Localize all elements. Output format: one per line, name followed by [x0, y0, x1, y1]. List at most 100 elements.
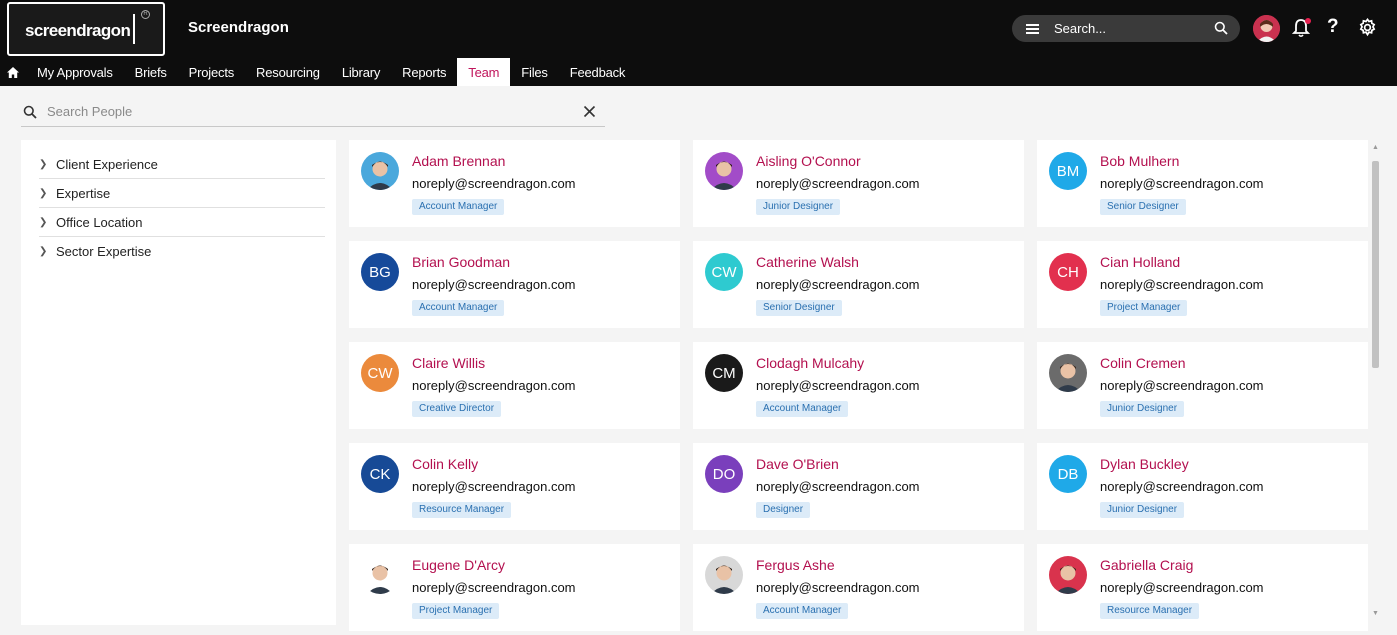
person-email: noreply@screendragon.com [1100, 277, 1264, 292]
person-name[interactable]: Adam Brennan [412, 153, 505, 169]
person-card[interactable]: CW Catherine Walsh noreply@screendragon.co… [693, 241, 1024, 328]
person-name[interactable]: Brian Goodman [412, 254, 510, 270]
avatar[interactable] [361, 152, 399, 190]
global-search[interactable]: Search... [1012, 15, 1240, 42]
person-email: noreply@screendragon.com [1100, 479, 1264, 494]
home-icon[interactable] [0, 58, 26, 86]
scroll-thumb[interactable] [1372, 161, 1379, 368]
tab-files[interactable]: Files [510, 58, 558, 86]
tab-my-approvals[interactable]: My Approvals [26, 58, 124, 86]
avatar[interactable] [705, 556, 743, 594]
avatar[interactable]: DO [705, 455, 743, 493]
menu-icon[interactable] [1026, 24, 1039, 34]
person-name[interactable]: Gabriella Craig [1100, 557, 1193, 573]
person-card[interactable]: DO Dave O'Brien noreply@screendragon.com De… [693, 443, 1024, 530]
avatar[interactable]: CH [1049, 253, 1087, 291]
person-name[interactable]: Aisling O'Connor [756, 153, 861, 169]
filter-client-experience[interactable]: ❯ Client Experience [39, 151, 325, 179]
logo[interactable]: screendragon R [7, 2, 165, 56]
avatar[interactable]: BG [361, 253, 399, 291]
tab-projects[interactable]: Projects [178, 58, 245, 86]
user-avatar[interactable] [1253, 15, 1280, 42]
person-name[interactable]: Colin Cremen [1100, 355, 1186, 371]
person-card[interactable]: BG Brian Goodman noreply@screendragon.com A… [349, 241, 680, 328]
person-name[interactable]: Fergus Ashe [756, 557, 835, 573]
person-name[interactable]: Eugene D'Arcy [412, 557, 505, 573]
chevron-right-icon: ❯ [39, 188, 48, 199]
person-email: noreply@screendragon.com [412, 580, 576, 595]
person-name[interactable]: Bob Mulhern [1100, 153, 1179, 169]
person-email: noreply@screendragon.com [412, 277, 576, 292]
scroll-up-arrow-icon[interactable]: ▲ [1372, 144, 1379, 151]
filter-label: Sector Expertise [56, 243, 152, 259]
person-card[interactable]: CK Colin Kelly noreply@screendragon.com Res… [349, 443, 680, 530]
role-badge: Designer [756, 502, 811, 518]
role-badge: Senior Designer [756, 300, 842, 316]
avatar[interactable] [361, 556, 399, 594]
role-badge: Project Manager [412, 603, 500, 619]
filter-expertise[interactable]: ❯ Expertise [39, 180, 325, 208]
tab-reports[interactable]: Reports [391, 58, 457, 86]
logo-text: screendragon [25, 21, 131, 40]
chevron-right-icon: ❯ [39, 245, 48, 257]
person-card[interactable]: Gabriella Craig noreply@screendragon.com R… [1037, 544, 1368, 631]
person-email: noreply@screendragon.com [412, 378, 576, 393]
person-card[interactable]: BM Bob Mulhern noreply@screendragon.com Sen… [1037, 140, 1368, 227]
filter-sector-expertise[interactable]: ❯ Sector Expertise [39, 237, 325, 265]
person-name[interactable]: Claire Willis [412, 355, 485, 371]
notification-dot [1305, 18, 1311, 24]
person-name[interactable]: Dylan Buckley [1100, 456, 1189, 472]
person-card[interactable]: CW Claire Willis noreply@screendragon.com C… [349, 342, 680, 429]
avatar[interactable]: CK [361, 455, 399, 493]
person-card[interactable]: DB Dylan Buckley noreply@screendragon.com J… [1037, 443, 1368, 530]
role-badge: Creative Director [412, 401, 502, 417]
person-email: noreply@screendragon.com [1100, 580, 1264, 595]
scrollbar[interactable]: ▲ ▼ [1369, 140, 1383, 625]
help-icon[interactable]: ? [1327, 16, 1339, 38]
global-search-input[interactable]: Search... [1054, 21, 1106, 36]
person-card[interactable]: Fergus Ashe noreply@screendragon.com Accou… [693, 544, 1024, 631]
person-card[interactable]: Eugene D'Arcy noreply@screendragon.com Pro… [349, 544, 680, 631]
filter-label: Office Location [56, 215, 143, 230]
person-email: noreply@screendragon.com [412, 479, 576, 494]
registered-icon: R [141, 10, 150, 19]
person-name[interactable]: Clodagh Mulcahy [756, 355, 864, 371]
scroll-down-arrow-icon[interactable]: ▼ [1372, 610, 1379, 617]
avatar[interactable] [1049, 354, 1087, 392]
person-card[interactable]: CM Clodagh Mulcahy noreply@screendragon.co… [693, 342, 1024, 429]
person-email: noreply@screendragon.com [756, 277, 920, 292]
avatar[interactable]: CW [705, 253, 743, 291]
filter-label: Client Experience [56, 157, 158, 172]
avatar[interactable] [1049, 556, 1087, 594]
person-email: noreply@screendragon.com [756, 479, 920, 494]
filter-office-location[interactable]: ❯ Office Location [39, 209, 325, 237]
avatar[interactable] [705, 152, 743, 190]
person-name[interactable]: Dave O'Brien [756, 456, 839, 472]
tab-team[interactable]: Team [457, 58, 511, 86]
person-card[interactable]: CH Cian Holland noreply@screendragon.com Pr… [1037, 241, 1368, 328]
avatar[interactable]: CW [361, 354, 399, 392]
person-name[interactable]: Colin Kelly [412, 456, 478, 472]
person-email: noreply@screendragon.com [412, 176, 576, 191]
avatar[interactable]: DB [1049, 455, 1087, 493]
person-card[interactable]: Aisling O'Connor noreply@screendragon.com… [693, 140, 1024, 227]
close-icon[interactable] [583, 105, 596, 118]
person-email: noreply@screendragon.com [1100, 378, 1264, 393]
avatar[interactable]: CM [705, 354, 743, 392]
person-name[interactable]: Catherine Walsh [756, 254, 859, 270]
search-icon[interactable] [1214, 21, 1228, 35]
person-name[interactable]: Cian Holland [1100, 254, 1180, 270]
gear-icon[interactable] [1358, 18, 1377, 37]
tab-briefs[interactable]: Briefs [124, 58, 178, 86]
top-header: screendragon R Screendragon Search... ? [0, 0, 1397, 86]
person-card[interactable]: Adam Brennan noreply@screendragon.com Acco… [349, 140, 680, 227]
avatar[interactable]: BM [1049, 152, 1087, 190]
tab-resourcing[interactable]: Resourcing [245, 58, 331, 86]
person-card[interactable]: Colin Cremen noreply@screendragon.com Juni… [1037, 342, 1368, 429]
search-people-input[interactable] [47, 104, 567, 119]
role-badge: Project Manager [1100, 300, 1188, 316]
tab-library[interactable]: Library [331, 58, 391, 86]
people-search [21, 97, 605, 127]
app-title: Screendragon [188, 19, 289, 36]
tab-feedback[interactable]: Feedback [559, 58, 637, 86]
